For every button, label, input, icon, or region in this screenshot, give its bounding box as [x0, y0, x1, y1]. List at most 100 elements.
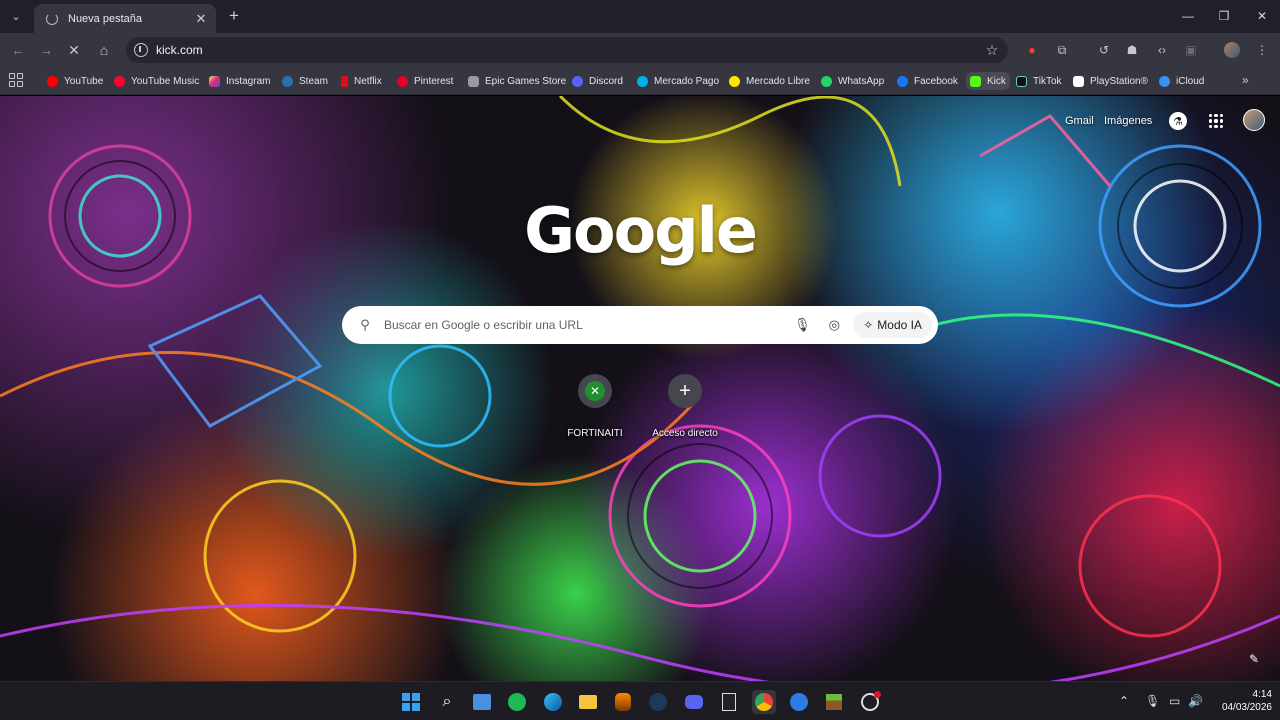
- windows-logo-icon: [402, 693, 420, 711]
- youtube-icon: [47, 75, 58, 87]
- close-tab-icon[interactable]: ✕: [192, 10, 210, 28]
- stop-button[interactable]: ✕: [63, 40, 85, 60]
- volume-icon[interactable]: 🔊: [1188, 694, 1203, 708]
- shortcut-fortinaiti[interactable]: ✕ FORTINAITI: [550, 374, 640, 439]
- shortcut-icon-circle: +: [668, 374, 702, 408]
- microphone-tray-icon[interactable]: 🎙: [1145, 694, 1160, 708]
- bookmark-label: PlayStation®: [1090, 75, 1148, 87]
- minimize-button[interactable]: —: [1174, 6, 1202, 26]
- extensions-puzzle-icon[interactable]: ⧉: [1052, 41, 1072, 59]
- gmail-link[interactable]: Gmail: [1065, 115, 1094, 127]
- file-manager-icon[interactable]: [470, 690, 494, 714]
- translate-icon[interactable]: ▣: [1181, 41, 1201, 59]
- bookmark-facebook[interactable]: Facebook: [897, 72, 958, 90]
- app-notification-icon[interactable]: [858, 690, 882, 714]
- shortcut-icon-circle: ✕: [578, 374, 612, 408]
- back-button[interactable]: ←: [7, 40, 29, 60]
- file-explorer-icon[interactable]: [576, 690, 600, 714]
- discord-taskbar-icon[interactable]: [682, 690, 706, 714]
- bookmark-mercado-pago[interactable]: Mercado Pago: [637, 72, 719, 90]
- search-icon: ⚲: [360, 317, 370, 332]
- epic-games-taskbar-icon[interactable]: [717, 690, 741, 714]
- system-clock[interactable]: 4:14 04/03/2026: [1208, 688, 1272, 714]
- new-tab-button[interactable]: +: [224, 6, 244, 26]
- url-text[interactable]: kick.com: [156, 43, 981, 57]
- tab-new-tab[interactable]: Nueva pestaña ✕: [34, 4, 216, 33]
- history-icon[interactable]: ↺: [1094, 41, 1114, 59]
- bookmark-pinterest[interactable]: Pinterest: [397, 72, 453, 90]
- bookmark-youtube-music[interactable]: YouTube Music: [114, 72, 199, 90]
- bookmark-label: YouTube: [64, 75, 104, 87]
- search-input[interactable]: [384, 318, 790, 332]
- bookmark-youtube[interactable]: YouTube: [47, 72, 103, 90]
- bookmark-label: Steam: [299, 75, 328, 87]
- minecraft-icon[interactable]: [822, 690, 846, 714]
- tab-search-button[interactable]: ⌄: [6, 6, 26, 26]
- bug-icon[interactable]: ☗: [1122, 41, 1142, 59]
- bookmark-netflix[interactable]: Netflix: [341, 72, 382, 90]
- chevron-down-icon: ⌄: [11, 10, 21, 23]
- network-icon[interactable]: ▭: [1169, 694, 1180, 708]
- maximize-button[interactable]: ❐: [1210, 6, 1238, 26]
- app-blue-icon[interactable]: [787, 690, 811, 714]
- menu-dots-icon[interactable]: ⋮: [1252, 41, 1272, 59]
- search-box[interactable]: ⚲ 🎙 ◎ ✧Modo IA: [342, 306, 938, 344]
- pinterest-icon: [397, 75, 408, 87]
- clock-date: 04/03/2026: [1221, 702, 1272, 713]
- shortcut-add[interactable]: + Acceso directo: [640, 374, 730, 439]
- apps-grid-icon[interactable]: [9, 73, 23, 87]
- edge-icon[interactable]: [541, 690, 565, 714]
- account-avatar[interactable]: [1243, 109, 1265, 131]
- bookmark-playstation[interactable]: PlayStation®: [1073, 72, 1148, 90]
- bookmark-whatsapp[interactable]: WhatsApp: [821, 72, 884, 90]
- xbox-icon: ✕: [585, 381, 605, 401]
- chrome-taskbar-icon[interactable]: [752, 690, 776, 714]
- close-icon: ✕: [68, 41, 80, 58]
- bookmark-kick[interactable]: Kick: [966, 72, 1010, 90]
- customize-pencil-icon[interactable]: ✎: [1244, 649, 1264, 669]
- forward-button[interactable]: →: [35, 40, 57, 60]
- address-bar[interactable]: kick.com ☆: [126, 37, 1008, 63]
- microphone-icon[interactable]: 🎙: [789, 312, 815, 338]
- discord-icon: [572, 75, 583, 87]
- tiktok-icon: [1016, 75, 1027, 87]
- bookmark-epic-games[interactable]: Epic Games Store: [468, 72, 566, 90]
- star-icon[interactable]: ☆: [981, 39, 1003, 61]
- site-info-icon[interactable]: [134, 43, 148, 57]
- browser-toolbar: ← → ✕ ⌂ kick.com ☆ ● ⧉ ↺ ☗ ‹› ▣ ⋮: [0, 33, 1280, 67]
- bookmark-instagram[interactable]: Instagram: [209, 72, 270, 90]
- bookmark-icloud[interactable]: iCloud: [1159, 72, 1204, 90]
- app-orange-icon[interactable]: [611, 690, 635, 714]
- search-taskbar-icon[interactable]: ⌕: [435, 690, 459, 714]
- profile-avatar[interactable]: [1222, 41, 1242, 59]
- close-window-button[interactable]: ✕: [1248, 6, 1276, 26]
- bookmark-label: Netflix: [354, 75, 382, 87]
- google-apps-icon[interactable]: [1209, 114, 1223, 128]
- mercado-pago-icon: [637, 75, 648, 87]
- tray-overflow-icon[interactable]: ⌃: [1119, 694, 1129, 708]
- bookmark-mercado-libre[interactable]: Mercado Libre: [729, 72, 810, 90]
- bookmark-tiktok[interactable]: TikTok: [1016, 72, 1062, 90]
- tab-title: Nueva pestaña: [68, 12, 142, 25]
- ai-mode-button[interactable]: ✧ Modo IA: [853, 312, 932, 338]
- more-bookmarks-icon[interactable]: »: [1242, 73, 1249, 87]
- bookmark-label: YouTube Music: [131, 75, 200, 87]
- images-link[interactable]: Imágenes: [1104, 115, 1152, 127]
- loading-spinner-icon: [46, 12, 58, 25]
- shortcut-label: FORTINAITI: [567, 428, 623, 439]
- tab-strip: ⌄ Nueva pestaña ✕ + — ❐ ✕: [0, 0, 1280, 33]
- google-lens-icon[interactable]: ◎: [821, 312, 847, 338]
- epic-games-icon: [468, 75, 479, 87]
- bookmark-discord[interactable]: Discord: [572, 72, 623, 90]
- bookmark-steam[interactable]: Steam: [282, 72, 328, 90]
- home-icon: ⌂: [99, 42, 109, 58]
- steam-taskbar-icon[interactable]: [646, 690, 670, 714]
- extension-red-icon[interactable]: ●: [1022, 41, 1042, 59]
- labs-flask-icon[interactable]: ⚗: [1169, 112, 1187, 130]
- code-icon[interactable]: ‹›: [1152, 41, 1172, 59]
- spotify-icon[interactable]: [505, 690, 529, 714]
- home-button[interactable]: ⌂: [93, 40, 115, 60]
- bookmark-label: WhatsApp: [838, 75, 885, 87]
- shortcut-label: Acceso directo: [652, 428, 718, 439]
- start-button[interactable]: [399, 690, 423, 714]
